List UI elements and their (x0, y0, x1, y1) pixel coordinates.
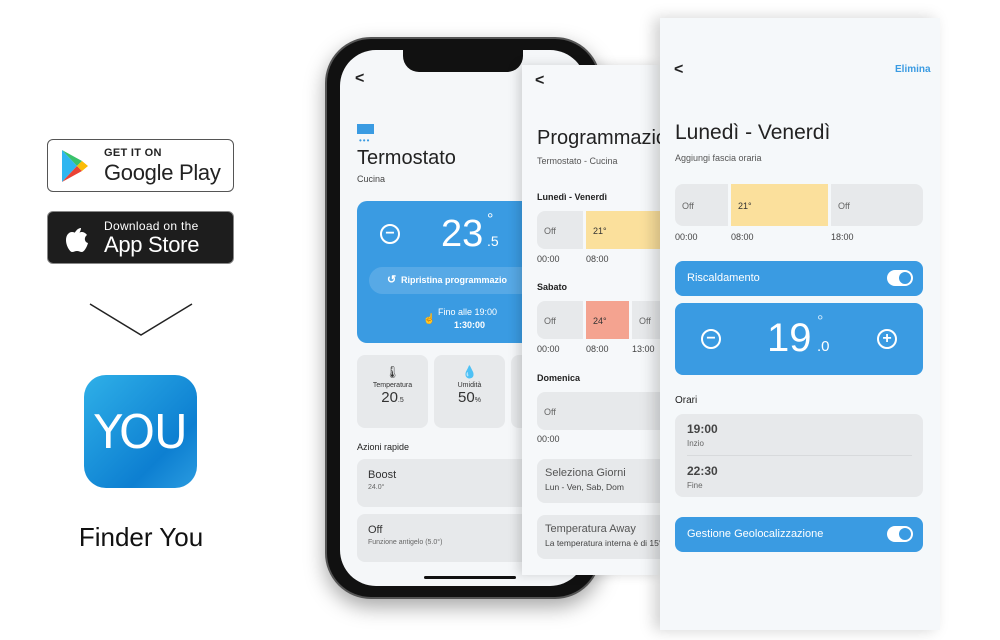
hours-title: Orari (675, 395, 698, 406)
tile-unit: % (474, 397, 481, 404)
start-time[interactable]: 19:00 (687, 422, 718, 436)
timeslot-detail-screen: < Elimina Lunedì - Venerdì Aggiungi fasc… (660, 18, 940, 630)
quick-actions-title: Azioni rapide (357, 442, 410, 452)
back-button[interactable]: < (535, 72, 544, 90)
start-label: Inzio (687, 439, 704, 448)
subtitle: Termostato - Cucina (537, 156, 618, 166)
tile-unit: .5 (397, 397, 404, 404)
apple-logo-icon (66, 228, 88, 252)
item-sub: Lun - Ven, Sab, Dom (545, 482, 624, 492)
restore-label: Ripristina programmazio (401, 275, 508, 285)
heating-row: Riscaldamento (675, 261, 923, 296)
day-label: Lunedì - Venerdì (537, 192, 608, 202)
app-icon[interactable]: YOU (84, 375, 197, 488)
slot-hot[interactable]: 24° (586, 301, 629, 339)
current-temp: 23 (441, 213, 484, 255)
decrease-button[interactable]: − (701, 329, 721, 349)
temperature-tile: 🌡 Temperatura 20.5 (357, 355, 428, 428)
heating-label: Riscaldamento (687, 272, 760, 284)
until-label: Fino alle 19:00 (438, 307, 498, 317)
time-label: 13:00 (632, 344, 655, 354)
slot-off[interactable]: Off (537, 392, 662, 430)
divider (687, 455, 912, 456)
app-name: Finder You (78, 522, 204, 552)
slot-warm[interactable]: 21° (731, 184, 828, 226)
thermostat-icon (357, 124, 374, 134)
day-label: Domenica (537, 373, 581, 383)
schedule-screen: < Programmazione Termostato - Cucina Lun… (522, 65, 662, 575)
hours-card: 19:00 Inzio 22:30 Fine (675, 414, 923, 497)
add-timeslot-link[interactable]: Aggiungi fascia oraria (675, 153, 762, 163)
room-label: Cucina (357, 174, 386, 184)
item-title: Temperatura Away (545, 523, 636, 535)
time-label: 08:00 (586, 344, 609, 354)
page-title: Programmazione (537, 127, 662, 149)
app-store-badge[interactable]: Download on the App Store (47, 211, 234, 264)
back-button[interactable]: < (674, 61, 683, 79)
tile-value: 20 (381, 389, 398, 406)
tile-label: Temperatura (372, 382, 413, 389)
away-temp-item[interactable]: Temperatura Away La temperatura interna … (537, 515, 662, 559)
current-temp-decimal: .5 (487, 233, 499, 249)
geolocation-toggle[interactable] (887, 526, 913, 542)
degree-symbol: ° (817, 313, 824, 330)
phone-notch (403, 48, 523, 72)
home-indicator (424, 576, 516, 579)
select-days-item[interactable]: Seleziona Giorni Lun - Ven, Sab, Dom (537, 459, 662, 503)
target-temp-decimal: .0 (817, 338, 830, 355)
chevron-down-icon (89, 303, 193, 336)
tile-value: 50 (458, 389, 475, 406)
day-label: Sabato (537, 282, 568, 292)
time-label: 08:00 (586, 254, 609, 264)
slot-off[interactable]: Off (632, 301, 662, 339)
google-play-badge[interactable]: GET IT ON Google Play (47, 139, 234, 192)
back-button[interactable]: < (355, 70, 364, 88)
target-temp: 19 (767, 316, 812, 360)
google-play-icon (62, 150, 88, 182)
time-label: 08:00 (731, 232, 754, 242)
thermometer-icon: 🌡 (384, 365, 401, 379)
geolocation-label: Gestione Geolocalizzazione (687, 528, 824, 540)
countdown: 1:30:00 (454, 320, 486, 330)
humidity-tile: 💧 Umidità 50% (434, 355, 505, 428)
google-play-small-text: GET IT ON (104, 147, 162, 159)
restore-icon: ↺ (387, 274, 397, 286)
temperature-card: − 19 ° .0 + (675, 303, 923, 375)
time-label: 00:00 (675, 232, 698, 242)
delete-button[interactable]: Elimina (895, 64, 931, 75)
decrease-button[interactable]: − (380, 224, 400, 244)
item-sub: La temperatura interna è di 15° (545, 538, 662, 548)
time-label: 00:00 (537, 434, 560, 444)
drop-icon: 💧 (462, 365, 477, 379)
increase-button[interactable]: + (877, 329, 897, 349)
tile-label: Umidità (457, 382, 482, 389)
page-title: Termostato (357, 147, 456, 169)
slot-off[interactable]: Off (537, 211, 583, 249)
slot-off[interactable]: Off (537, 301, 583, 339)
thermostat-dots-icon: ••• (359, 136, 371, 145)
slot-off[interactable]: Off (675, 184, 728, 226)
end-label: Fine (687, 481, 703, 490)
app-store-text: App Store (104, 232, 200, 257)
time-label: 18:00 (831, 232, 854, 242)
time-label: 00:00 (537, 344, 560, 354)
heating-toggle[interactable] (887, 270, 913, 286)
geolocation-row: Gestione Geolocalizzazione (675, 517, 923, 552)
google-play-text: Google Play (104, 160, 221, 185)
degree-symbol: ° (487, 211, 494, 228)
page-title: Lunedì - Venerdì (675, 121, 831, 144)
hand-icon: ☝ (423, 314, 436, 325)
end-time[interactable]: 22:30 (687, 464, 718, 478)
slot-off[interactable]: Off (831, 184, 923, 226)
app-store-small-text: Download on the (104, 219, 199, 233)
slot-warm[interactable]: 21° (586, 211, 662, 249)
item-title: Seleziona Giorni (545, 467, 626, 479)
time-label: 00:00 (537, 254, 560, 264)
